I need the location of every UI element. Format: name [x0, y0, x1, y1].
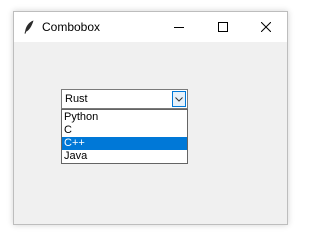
language-combobox[interactable]: Rust	[61, 89, 188, 109]
maximize-icon	[218, 22, 228, 32]
option-python[interactable]: Python	[62, 111, 187, 124]
combobox-value[interactable]: Rust	[65, 92, 88, 106]
window-title: Combobox	[42, 20, 101, 34]
dropdown-toggle-button[interactable]	[172, 91, 186, 107]
option-cpp[interactable]: C++	[62, 137, 187, 150]
chevron-down-icon	[175, 96, 183, 102]
maximize-button[interactable]	[201, 12, 245, 42]
close-icon	[261, 22, 271, 32]
title-bar[interactable]: Combobox	[14, 12, 287, 42]
minimize-icon	[174, 27, 184, 28]
minimize-button[interactable]	[157, 12, 201, 42]
combobox-dropdown-list[interactable]: Python C C++ Java	[61, 109, 188, 164]
feather-icon	[24, 20, 34, 34]
close-button[interactable]	[244, 12, 288, 42]
app-window: Combobox Rust Python C C++ Java	[13, 11, 288, 225]
option-c[interactable]: C	[62, 124, 187, 137]
option-java[interactable]: Java	[62, 150, 187, 163]
